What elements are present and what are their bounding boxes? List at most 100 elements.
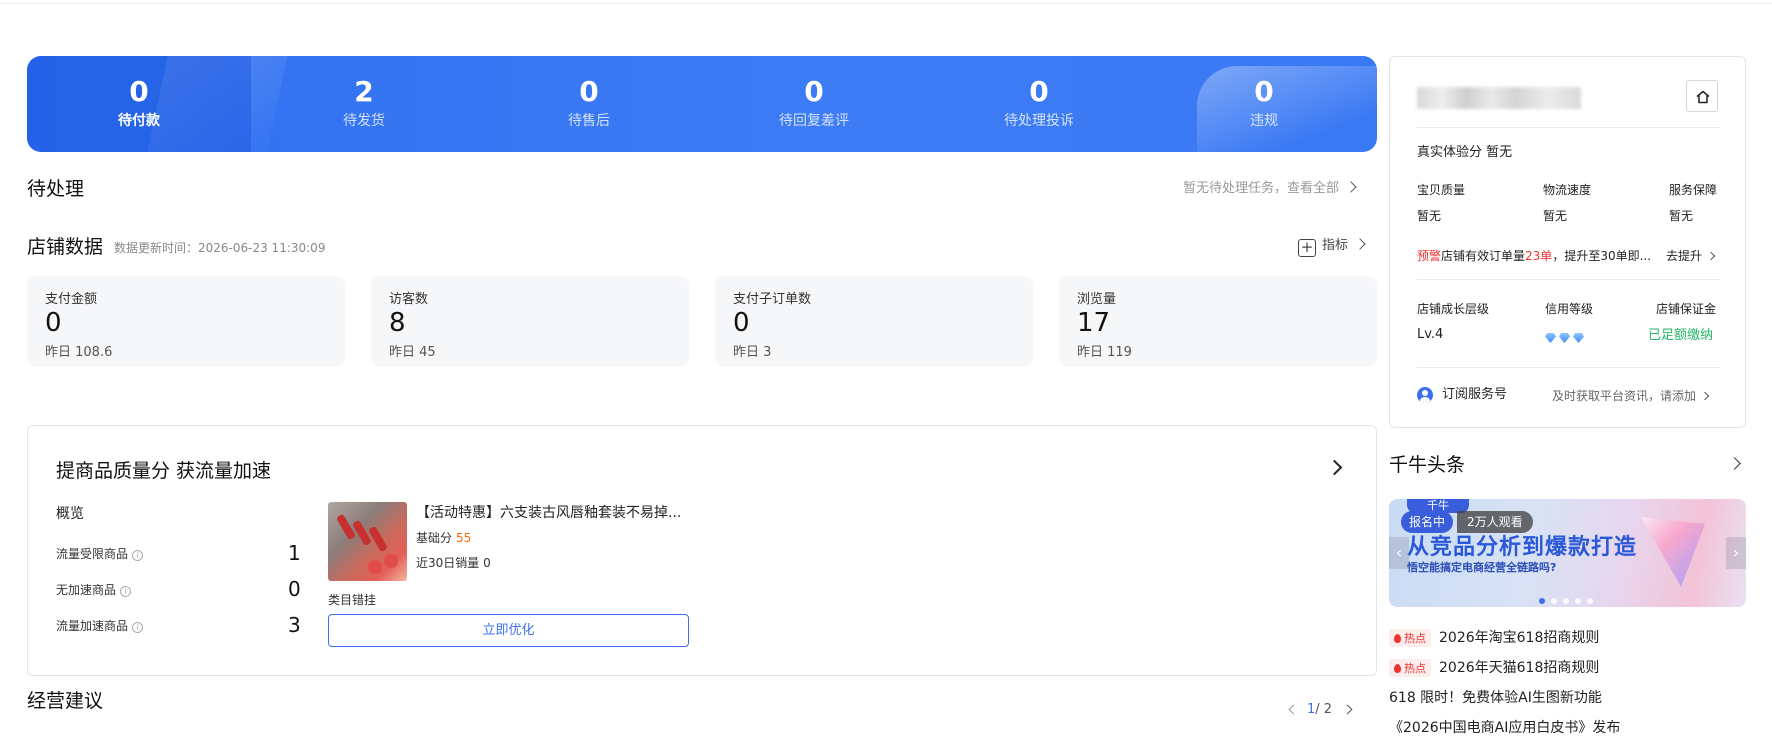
stat-value: 2	[354, 75, 374, 108]
news-text: 2026年天猫618招商规则	[1439, 660, 1600, 676]
warning-text: ，提升至30单即...	[1552, 249, 1652, 263]
divider	[1417, 127, 1720, 128]
deposit-status[interactable]: 已足额缴纳	[1648, 328, 1713, 344]
product-thumbnail[interactable]	[328, 502, 407, 581]
metric-card-page-views[interactable]: 浏览量 17 昨日 119	[1059, 276, 1377, 367]
deposit-label: 店铺保证金	[1656, 302, 1717, 316]
row-label: 流量受限商品	[56, 547, 129, 561]
top-divider	[0, 3, 1772, 4]
carousel-dot[interactable]	[1551, 598, 1557, 604]
product-title[interactable]: 【活动特惠】六支装古风唇釉套装不易掉...	[416, 502, 681, 522]
flame-icon	[1394, 664, 1401, 673]
carousel-dot[interactable]	[1563, 598, 1569, 604]
hot-tag: 热点	[1389, 629, 1431, 647]
info-icon[interactable]: i	[120, 586, 132, 597]
chevron-right-icon	[1354, 238, 1366, 250]
metric-card-visitors[interactable]: 访客数 8 昨日 45	[371, 276, 689, 367]
quality-title: 提商品质量分 获流量加速	[56, 460, 272, 482]
news-item[interactable]: 618 限时！免费体验AI生图新功能	[1389, 687, 1602, 707]
info-icon[interactable]: i	[132, 622, 144, 633]
stat-after-sale[interactable]: 0 待售后	[477, 56, 701, 152]
score-value: 暂无	[1669, 209, 1694, 223]
score-value: 暂无	[1417, 209, 1442, 223]
news-item[interactable]: 《2026中国电商AI应用白皮书》发布	[1389, 717, 1620, 737]
overview-label: 概览	[56, 506, 84, 522]
metric-yesterday: 昨日 119	[1077, 345, 1132, 360]
diamond-icon	[1559, 333, 1570, 343]
score-value: 暂无	[1543, 209, 1568, 223]
stat-pending-payment[interactable]: 0 待付款	[27, 56, 251, 152]
row-value: 0	[288, 577, 301, 601]
chevron-right-icon[interactable]	[1326, 459, 1343, 476]
news-item[interactable]: 热点 2026年淘宝618招商规则	[1389, 627, 1599, 647]
level-value: Lv.4	[1417, 327, 1444, 342]
carousel-dot[interactable]	[1539, 598, 1545, 604]
score-label: 基础分	[416, 531, 453, 545]
diamond-icon	[1545, 333, 1556, 343]
account-icon	[1417, 387, 1433, 403]
stat-label: 违规	[1250, 113, 1278, 129]
stat-bad-review[interactable]: 0 待回复差评	[702, 56, 926, 152]
banner-subline: 悟空能搞定电商经营全链路吗?	[1407, 561, 1557, 574]
chevron-right-icon[interactable]	[1728, 457, 1741, 470]
chevron-left-icon[interactable]	[1288, 704, 1299, 715]
page-total: / 2	[1315, 702, 1333, 717]
stat-complaints[interactable]: 0 待处理投诉	[927, 56, 1151, 152]
subscribe-label: 订阅服务号	[1442, 387, 1508, 402]
data-update-time: 数据更新时间：2026-06-23 11:30:09	[114, 241, 326, 255]
thumbnail-detail	[368, 560, 382, 574]
score-label: 服务保障	[1669, 183, 1718, 197]
metric-card-payment[interactable]: 支付金额 0 昨日 108.6	[27, 276, 345, 367]
stat-violations[interactable]: 0 违规	[1152, 56, 1376, 152]
carousel-dot[interactable]	[1575, 598, 1581, 604]
row-value: 1	[288, 541, 301, 565]
news-title: 千牛头条	[1389, 454, 1466, 476]
advice-title: 经营建议	[27, 690, 104, 712]
metric-value: 0	[45, 308, 62, 338]
row-value: 3	[288, 613, 301, 637]
stat-pending-shipment[interactable]: 2 待发货	[252, 56, 476, 152]
home-icon	[1696, 90, 1710, 104]
carousel-dot[interactable]	[1587, 598, 1593, 604]
subscribe-link[interactable]: 及时获取平台资讯，请添加	[1552, 388, 1710, 404]
stat-label: 待回复差评	[779, 113, 849, 129]
score-value: 55	[456, 531, 472, 545]
order-status-banner: 0 待付款 2 待发货 0 待售后 0 待回复差评 0 待处理投诉 0 违规	[27, 56, 1377, 152]
shop-name-blurred	[1417, 87, 1581, 109]
hot-tag: 热点	[1389, 659, 1431, 677]
stat-value: 0	[1254, 75, 1274, 108]
credit-diamonds	[1545, 331, 1587, 347]
hot-label: 热点	[1404, 662, 1426, 675]
stat-label: 待发货	[343, 113, 385, 129]
subscribe-desc: 及时获取平台资讯，请添加	[1552, 389, 1697, 403]
stat-value: 0	[579, 75, 599, 108]
news-text: 2026年淘宝618招商规则	[1439, 630, 1600, 646]
news-item[interactable]: 热点 2026年天猫618招商规则	[1389, 657, 1599, 677]
flame-icon	[1394, 634, 1401, 643]
product-sales: 近30日销量 0	[416, 556, 491, 570]
carousel-dots	[1539, 589, 1599, 607]
carousel-next-icon[interactable]: ›	[1726, 537, 1746, 569]
stat-label: 待售后	[568, 113, 610, 129]
indicator-button[interactable]: + 指标	[1298, 236, 1366, 257]
warning-tag: 预警	[1417, 249, 1442, 263]
info-icon[interactable]: i	[132, 550, 144, 561]
news-carousel[interactable]: 千牛 2万人观看 报名中 从竞品分析到爆款打造 悟空能搞定电商经营全链路吗? ‹…	[1389, 499, 1746, 607]
metric-yesterday: 昨日 108.6	[45, 345, 113, 360]
thumbnail-detail	[384, 554, 398, 568]
stat-value: 0	[804, 75, 824, 108]
divider	[1417, 279, 1720, 280]
credit-label: 信用等级	[1545, 302, 1594, 316]
improve-link[interactable]: 去提升	[1666, 248, 1716, 264]
chevron-right-icon[interactable]	[1342, 704, 1353, 715]
pending-view-all-link[interactable]: 暂无待处理任务，查看全部	[1183, 179, 1357, 199]
metric-card-sub-orders[interactable]: 支付子订单数 0 昨日 3	[715, 276, 1033, 367]
carousel-prev-icon[interactable]: ‹	[1389, 537, 1409, 569]
optimize-now-button[interactable]: 立即优化	[328, 614, 689, 647]
row-label-wrap: 流量加速商品 i	[56, 617, 144, 634]
experience-score: 真实体验分 暂无	[1417, 145, 1513, 160]
pending-link-text: 暂无待处理任务，查看全部	[1183, 181, 1340, 196]
hot-label: 热点	[1404, 632, 1426, 645]
plus-square-icon: +	[1298, 239, 1316, 257]
home-button[interactable]	[1686, 80, 1718, 112]
